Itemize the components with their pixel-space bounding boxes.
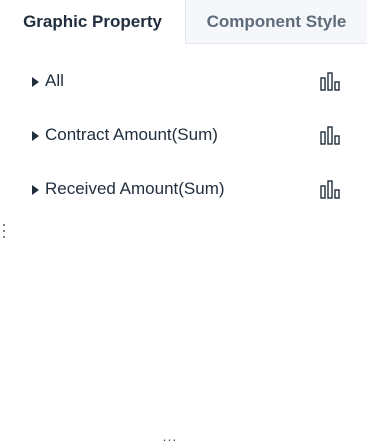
property-panel: ... Graphic Property Component Style All… bbox=[0, 0, 367, 444]
property-row-received-amount[interactable]: Received Amount(Sum) bbox=[0, 164, 367, 218]
handle-dot bbox=[3, 236, 5, 238]
property-row-contract-amount[interactable]: Contract Amount(Sum) bbox=[0, 110, 367, 164]
property-row-all[interactable]: All bbox=[0, 56, 367, 110]
caret-right-icon[interactable] bbox=[32, 77, 39, 87]
bar-chart-icon[interactable] bbox=[318, 71, 342, 93]
left-resize-handle[interactable] bbox=[0, 224, 8, 250]
bar-chart-icon[interactable] bbox=[318, 179, 342, 201]
row-label: Contract Amount(Sum) bbox=[45, 125, 218, 144]
handle-dot bbox=[3, 230, 5, 232]
handle-dot bbox=[3, 224, 5, 226]
tab-component-style[interactable]: Component Style bbox=[185, 0, 367, 44]
bottom-resize-handle[interactable]: ... bbox=[158, 429, 182, 443]
row-label: Received Amount(Sum) bbox=[45, 179, 225, 198]
row-label: All bbox=[45, 71, 64, 90]
bar-chart-icon[interactable] bbox=[318, 125, 342, 147]
caret-right-icon[interactable] bbox=[32, 185, 39, 195]
tab-bar: Graphic Property Component Style bbox=[0, 0, 367, 44]
tab-graphic-property[interactable]: Graphic Property bbox=[0, 0, 185, 44]
caret-right-icon[interactable] bbox=[32, 131, 39, 141]
